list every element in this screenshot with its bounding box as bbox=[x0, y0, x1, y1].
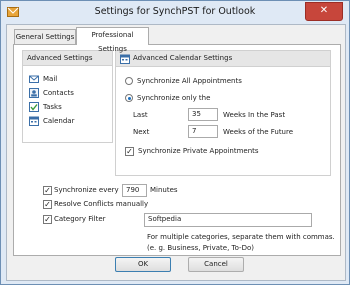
sync-private-appointments-label: Synchronize Private Appointments bbox=[138, 147, 259, 155]
category-help-text: For multiple categories, separate them w… bbox=[147, 233, 335, 241]
close-icon: ✕ bbox=[319, 5, 329, 16]
calendar-settings-title: Advanced Calendar Settings bbox=[133, 54, 233, 62]
mail-icon bbox=[29, 75, 39, 83]
sidebar-item-label: Contacts bbox=[43, 89, 74, 97]
contacts-icon bbox=[29, 88, 39, 98]
tasks-icon bbox=[29, 102, 39, 112]
resolve-conflicts-label: Resolve Conflicts manually bbox=[54, 200, 149, 208]
advanced-calendar-settings-group: Advanced Calendar Settings Synchronize A… bbox=[115, 50, 331, 176]
sync-every-unit: Minutes bbox=[150, 186, 178, 194]
sync-every-label: Synchronize every bbox=[54, 186, 119, 194]
calendar-icon bbox=[29, 116, 39, 126]
sync-all-appointments-label: Synchronize All Appointments bbox=[137, 77, 242, 85]
category-filter-input[interactable]: Softpedia bbox=[144, 213, 312, 227]
ok-button[interactable]: OK bbox=[115, 257, 171, 272]
resolve-conflicts-checkbox[interactable]: ✓ bbox=[43, 200, 52, 209]
calendar-settings-header: Advanced Calendar Settings bbox=[116, 51, 330, 67]
category-example-text: (e. g. Business, Private, To-Do) bbox=[147, 244, 254, 252]
sync-only-radio[interactable] bbox=[125, 94, 133, 102]
sidebar-item-label: Calendar bbox=[43, 117, 75, 125]
tab-general-settings[interactable]: General Settings bbox=[14, 29, 76, 44]
last-weeks-input[interactable]: 35 bbox=[188, 108, 218, 121]
sync-all-appointments-radio[interactable] bbox=[125, 77, 133, 85]
window-title: Settings for SynchPST for Outlook bbox=[94, 6, 256, 17]
sync-only-label: Synchronize only the bbox=[137, 94, 211, 102]
advanced-settings-list: Advanced Settings Mail Contacts Tasks Ca… bbox=[22, 50, 113, 143]
sidebar-item-label: Tasks bbox=[43, 103, 62, 111]
dialog-client-area: General Settings Professional Settings A… bbox=[6, 24, 346, 281]
category-filter-checkbox[interactable]: ✓ bbox=[43, 215, 52, 224]
next-weeks-label: Next bbox=[133, 128, 150, 136]
tab-professional-settings[interactable]: Professional Settings bbox=[76, 27, 149, 53]
settings-window: Settings for SynchPST for Outlook ✕ Gene… bbox=[0, 0, 350, 285]
professional-settings-panel: Advanced Settings Mail Contacts Tasks Ca… bbox=[13, 44, 341, 256]
cancel-button[interactable]: Cancel bbox=[188, 257, 244, 272]
close-button[interactable]: ✕ bbox=[305, 2, 343, 21]
sync-every-input[interactable]: 790 bbox=[122, 184, 147, 197]
category-filter-label: Category Filter bbox=[54, 215, 106, 223]
next-weeks-input[interactable]: 7 bbox=[188, 125, 218, 138]
title-bar[interactable]: Settings for SynchPST for Outlook ✕ bbox=[1, 1, 349, 23]
sync-private-appointments-checkbox[interactable]: ✓ bbox=[125, 147, 134, 156]
sidebar-item-label: Mail bbox=[43, 75, 58, 83]
next-weeks-suffix: Weeks of the Future bbox=[223, 128, 294, 136]
last-weeks-label: Last bbox=[133, 111, 148, 119]
sync-every-checkbox[interactable]: ✓ bbox=[43, 186, 52, 195]
last-weeks-suffix: Weeks In the Past bbox=[223, 111, 286, 119]
